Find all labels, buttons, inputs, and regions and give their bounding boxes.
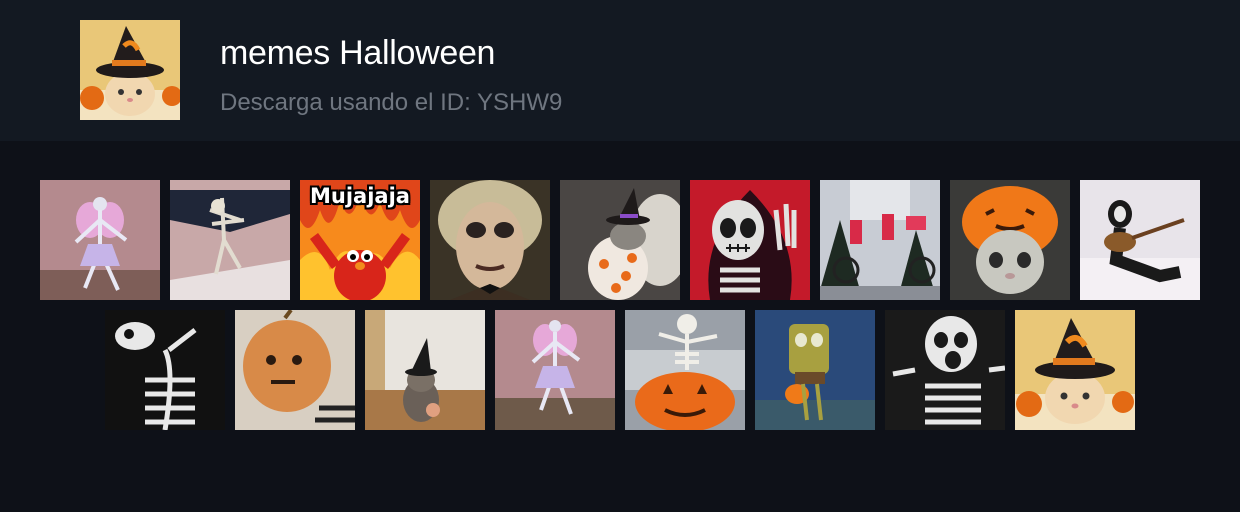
- pack-title: memes Halloween: [220, 34, 496, 72]
- sticker-skeleton-guitar[interactable]: [1080, 180, 1200, 300]
- sticker-screaming-skeleton[interactable]: [885, 310, 1005, 430]
- sticker-skeleton-rock-hand[interactable]: [690, 180, 810, 300]
- sticker-cat-witch-hat[interactable]: [1015, 310, 1135, 430]
- sticker-kitten-witch-hat[interactable]: [365, 310, 485, 430]
- sticker-skeletons-bicycle[interactable]: [820, 180, 940, 300]
- sticker-crying-cat-pumpkin-hat[interactable]: [950, 180, 1070, 300]
- sticker-fairy-skeleton[interactable]: [40, 180, 160, 300]
- sticker-hanging-skeleton[interactable]: [170, 180, 290, 300]
- pack-cover-image: [80, 20, 180, 120]
- sticker-beetlejuice[interactable]: [430, 180, 550, 300]
- sticker-cat-witch-costume[interactable]: [560, 180, 680, 300]
- sticker-elmo-fire[interactable]: Mujajaja: [300, 180, 420, 300]
- sticker-pumpkin-head[interactable]: [235, 310, 355, 430]
- sticker-skeleton-in-pumpkin[interactable]: [625, 310, 745, 430]
- pack-download-id: Descarga usando el ID: YSHW9: [220, 89, 563, 116]
- sticker-dancing-skeleton[interactable]: [105, 310, 225, 430]
- sticker-caption: Mujajaja: [310, 184, 410, 208]
- sticker-fairy-skeleton-2[interactable]: [495, 310, 615, 430]
- sticker-spongebob-pumpkin[interactable]: [755, 310, 875, 430]
- pack-header: memes Halloween Descarga usando el ID: Y…: [0, 0, 1240, 141]
